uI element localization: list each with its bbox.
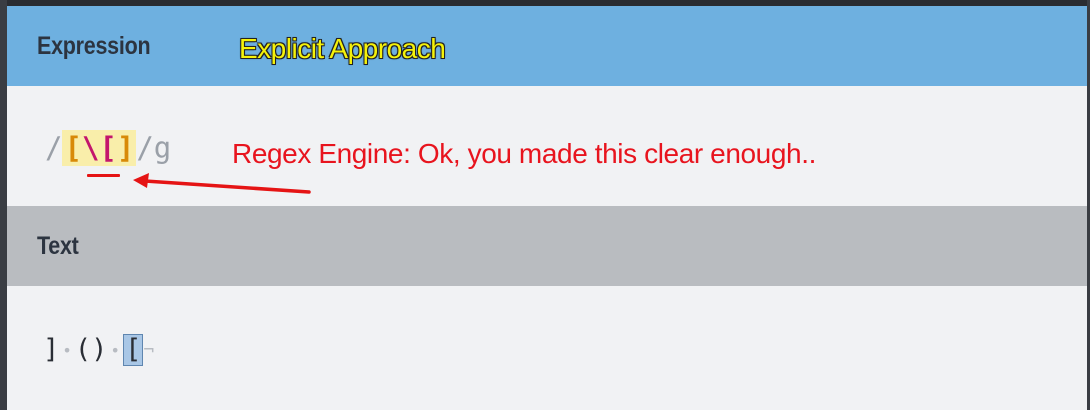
annotation-regex-engine-note: Regex Engine: Ok, you made this clear en… (232, 138, 816, 169)
expression-header: Expression Explicit Approach (7, 6, 1087, 86)
window-left-edge (0, 0, 7, 410)
regex-open-delimiter: / (45, 131, 63, 165)
text-char: ] (43, 334, 60, 365)
expression-editor[interactable]: /[\[]/g Regex Engine: Ok, you made this … (7, 86, 1087, 206)
class-close-bracket: ] (116, 131, 135, 165)
match-highlight[interactable]: [ (123, 334, 144, 366)
regex-close-delimiter: / (136, 131, 154, 165)
regex-expression[interactable]: /[\[]/g (45, 130, 171, 166)
escape-underline-annotation (87, 174, 120, 177)
regex-character-class[interactable]: [\[] (62, 130, 137, 166)
text-char: () (74, 334, 108, 365)
annotation-arrow-icon (133, 173, 311, 194)
annotation-explicit-approach: Explicit Approach (239, 33, 446, 64)
regex-flags[interactable]: g (154, 131, 171, 165)
class-open-bracket: [ (64, 131, 82, 165)
expression-title: Expression (37, 32, 151, 60)
escaped-bracket: \[ (81, 131, 117, 165)
test-text-content[interactable]: ] •() •[¬ (43, 334, 154, 366)
whitespace-marker: • (62, 340, 72, 360)
end-of-line-marker: ¬ (143, 339, 155, 361)
test-text-editor[interactable]: ] •() •[¬ (7, 286, 1087, 410)
text-header: Text (7, 206, 1087, 286)
whitespace-marker: • (110, 340, 121, 360)
text-title: Text (37, 232, 79, 260)
